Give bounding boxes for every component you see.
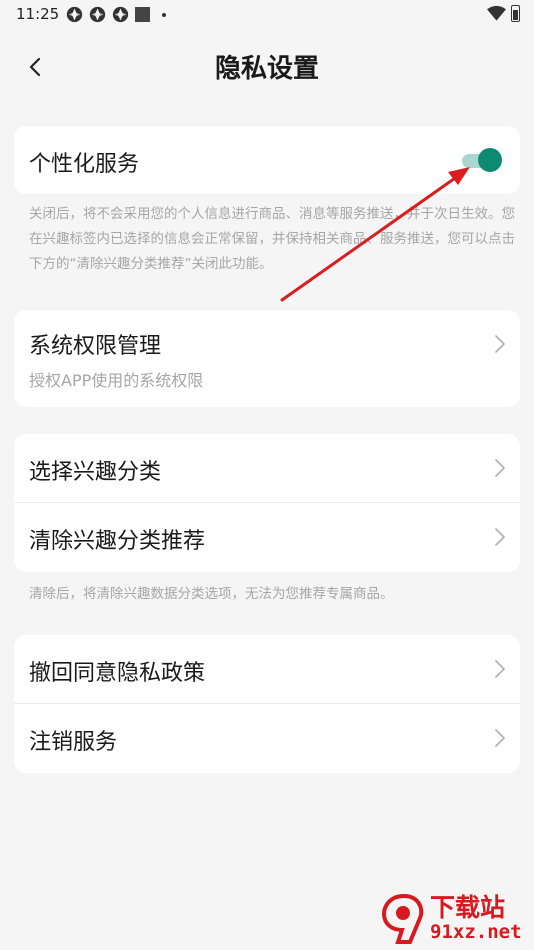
personalized-service-toggle[interactable] bbox=[462, 148, 502, 172]
clear-interest-row[interactable]: 清除兴趣分类推荐 bbox=[14, 503, 520, 572]
personalized-service-row: 个性化服务 bbox=[14, 126, 520, 194]
clear-interest-note: 清除后，将清除兴趣数据分类选项，无法为您推荐专属商品。 bbox=[29, 586, 394, 602]
wifi-icon bbox=[487, 5, 506, 21]
notification-icons bbox=[66, 6, 166, 23]
app-icon bbox=[112, 6, 129, 23]
revoke-privacy-row[interactable]: 撤回同意隐私政策 bbox=[14, 635, 520, 703]
square-notification-icon bbox=[135, 7, 150, 22]
policy-card: 撤回同意隐私政策 注销服务 bbox=[14, 635, 520, 773]
watermark: 下载站 91xz.net bbox=[380, 888, 530, 948]
toggle-knob bbox=[478, 148, 502, 172]
status-time: 11:25 bbox=[16, 5, 60, 23]
app-icon bbox=[66, 6, 83, 23]
system-icons bbox=[487, 5, 520, 22]
chevron-right-icon bbox=[495, 729, 505, 747]
select-interest-label: 选择兴趣分类 bbox=[29, 460, 162, 485]
revoke-privacy-label: 撤回同意隐私政策 bbox=[29, 661, 206, 686]
chevron-right-icon bbox=[495, 660, 505, 678]
watermark-text: 下载站 bbox=[430, 893, 506, 922]
system-permissions-row[interactable]: 系统权限管理 授权APP使用的系统权限 bbox=[14, 310, 520, 407]
watermark-url: 91xz.net bbox=[430, 921, 522, 943]
page-title: 隐私设置 bbox=[214, 54, 319, 84]
interest-card: 选择兴趣分类 清除兴趣分类推荐 bbox=[14, 434, 520, 572]
cancel-service-row[interactable]: 注销服务 bbox=[14, 704, 520, 773]
clear-interest-label: 清除兴趣分类推荐 bbox=[29, 529, 206, 554]
permissions-card: 系统权限管理 授权APP使用的系统权限 bbox=[14, 310, 520, 407]
personalized-service-card: 个性化服务 bbox=[14, 126, 520, 194]
site-logo-icon bbox=[381, 893, 424, 944]
personalized-service-label: 个性化服务 bbox=[29, 152, 140, 177]
system-permissions-label: 系统权限管理 bbox=[29, 334, 162, 359]
personalized-service-note: 关闭后，将不会采用您的个人信息进行商品、消息等服务推送，并于次日生效。您在兴趣标… bbox=[29, 206, 515, 272]
app-icon bbox=[89, 6, 106, 23]
cancel-service-label: 注销服务 bbox=[29, 730, 118, 755]
battery-icon bbox=[511, 5, 520, 22]
chevron-right-icon bbox=[495, 528, 505, 546]
dot-icon bbox=[162, 12, 166, 17]
header: 隐私设置 bbox=[0, 38, 534, 94]
select-interest-row[interactable]: 选择兴趣分类 bbox=[14, 434, 520, 502]
system-permissions-subtitle: 授权APP使用的系统权限 bbox=[29, 371, 204, 390]
status-bar: 11:25 bbox=[0, 0, 534, 30]
chevron-right-icon bbox=[495, 459, 505, 477]
chevron-right-icon bbox=[495, 335, 505, 353]
